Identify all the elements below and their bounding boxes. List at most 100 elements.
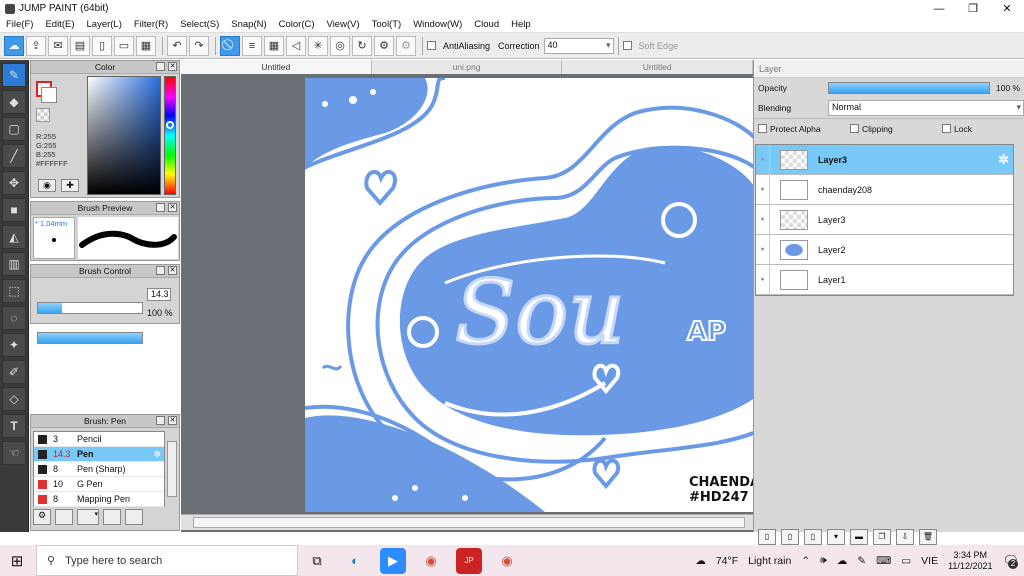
- menu-tool[interactable]: Tool(T): [366, 19, 408, 30]
- menu-window[interactable]: Window(W): [407, 19, 468, 30]
- zoom-icon[interactable]: ▶: [380, 547, 406, 574]
- task-view-icon[interactable]: ⧉: [304, 548, 330, 574]
- brush-menu-icon[interactable]: ▾: [77, 509, 99, 525]
- gear-icon[interactable]: ✲: [153, 449, 161, 460]
- brush-settings-icon[interactable]: ⚙: [33, 509, 51, 525]
- saturation-value-picker[interactable]: [87, 76, 161, 195]
- new-layer-icon[interactable]: ▯: [758, 529, 776, 545]
- chrome-icon[interactable]: ◉: [418, 548, 444, 574]
- float-icon[interactable]: [156, 416, 165, 425]
- select-eraser-icon[interactable]: ◇: [2, 387, 26, 411]
- new-8bit-layer-icon[interactable]: ▯: [804, 529, 822, 545]
- close-button[interactable]: ✕: [990, 0, 1024, 17]
- taskbar-search[interactable]: ⚲ Type here to search: [36, 545, 298, 576]
- undo-icon[interactable]: ↶: [167, 35, 187, 56]
- vanishing-snap-icon[interactable]: ◁: [286, 35, 306, 56]
- restore-button[interactable]: ❐: [956, 0, 990, 17]
- layer-folder-icon[interactable]: ▬: [850, 529, 868, 545]
- magic-wand-icon[interactable]: ✦: [2, 333, 26, 357]
- page-icon[interactable]: ▯: [92, 35, 112, 56]
- close-icon[interactable]: ✕: [168, 416, 177, 425]
- keyboard-icon[interactable]: ⌨: [876, 555, 891, 567]
- antialias-checkbox[interactable]: [427, 41, 436, 50]
- correction-select[interactable]: 40: [543, 37, 614, 54]
- copy-brush-icon[interactable]: [103, 509, 121, 525]
- parallel-snap-icon[interactable]: ≡: [242, 35, 262, 56]
- snap-off-icon[interactable]: ⃠: [220, 35, 240, 56]
- merge-layer-icon[interactable]: ⇩: [896, 529, 914, 545]
- chevron-up-icon[interactable]: ⌃: [801, 555, 810, 567]
- layer-row[interactable]: ● Layer3 ✲: [756, 144, 1013, 175]
- select-rect-icon[interactable]: ⬚: [2, 279, 26, 303]
- menu-filter[interactable]: Filter(R): [128, 19, 174, 30]
- visibility-icon[interactable]: ●: [756, 144, 770, 175]
- copy-layer-icon[interactable]: ❐: [873, 529, 891, 545]
- minimize-button[interactable]: —: [922, 0, 956, 17]
- menu-cloud[interactable]: Cloud: [468, 19, 505, 30]
- onedrive-icon[interactable]: ☁: [837, 555, 848, 567]
- rectangle-tool-icon[interactable]: ▢: [2, 117, 26, 141]
- transparent-swatch[interactable]: [36, 108, 50, 122]
- close-icon[interactable]: ✕: [168, 266, 177, 275]
- display-icon[interactable]: ▤: [70, 35, 90, 56]
- brush-folder-icon[interactable]: [125, 509, 143, 525]
- soft-edge-checkbox[interactable]: [622, 41, 632, 50]
- curve-snap-icon[interactable]: ↻: [352, 35, 372, 56]
- fill-rect-tool-icon[interactable]: ■: [2, 198, 26, 222]
- tab-untitled-2[interactable]: Untitled: [562, 60, 754, 74]
- menu-snap[interactable]: Snap(N): [225, 19, 272, 30]
- redo-icon[interactable]: ↷: [189, 35, 209, 56]
- document-icon[interactable]: ▭: [114, 35, 134, 56]
- eraser-tool-icon[interactable]: ◆: [2, 90, 26, 114]
- volume-icon[interactable]: 🕪: [820, 554, 827, 567]
- new-brush-icon[interactable]: [55, 509, 73, 525]
- menu-color[interactable]: Color(C): [273, 19, 321, 30]
- protect-alpha-checkbox[interactable]: [758, 124, 767, 133]
- brush-item-pencil[interactable]: 3 Pencil: [34, 432, 164, 447]
- brush-opacity-slider[interactable]: [37, 332, 143, 344]
- lock-checkbox[interactable]: [942, 124, 951, 133]
- brush-size-slider[interactable]: [37, 302, 143, 314]
- menu-help[interactable]: Help: [505, 19, 537, 30]
- tab-uni-png[interactable]: uni.png: [372, 60, 563, 74]
- brush-size-value[interactable]: 14.3: [147, 288, 171, 301]
- brush-list-scrollbar[interactable]: [167, 441, 177, 497]
- line-tool-icon[interactable]: ╱: [2, 144, 26, 168]
- hue-slider[interactable]: [164, 76, 176, 195]
- layer-menu-icon[interactable]: ▾: [827, 529, 845, 545]
- notification-icon[interactable]: 🗨2: [1002, 553, 1019, 569]
- close-icon[interactable]: ✕: [168, 203, 177, 212]
- scroll-thumb[interactable]: [193, 517, 745, 528]
- menu-file[interactable]: File(F): [0, 19, 39, 30]
- chrome-icon[interactable]: ◉: [494, 548, 520, 574]
- export-icon[interactable]: ⇪: [26, 35, 46, 56]
- layer-row[interactable]: ● Layer1: [756, 264, 1013, 295]
- jump-paint-icon[interactable]: JP: [456, 547, 482, 574]
- language-indicator[interactable]: VIE: [921, 555, 938, 567]
- menu-view[interactable]: View(V): [321, 19, 366, 30]
- horizontal-scrollbar[interactable]: [181, 514, 753, 530]
- pen-tool-icon[interactable]: ✎: [2, 63, 26, 87]
- close-icon[interactable]: ✕: [168, 62, 177, 71]
- comment-icon[interactable]: ✉: [48, 35, 68, 56]
- layer-row[interactable]: ● Layer2: [756, 234, 1013, 265]
- visibility-icon[interactable]: ●: [756, 174, 770, 205]
- palette-icon[interactable]: ◉: [38, 179, 56, 192]
- pen-icon[interactable]: ✎: [857, 555, 866, 567]
- eyedropper-icon[interactable]: ✚: [61, 179, 79, 192]
- gradient-tool-icon[interactable]: ▥: [2, 252, 26, 276]
- hand-tool-icon[interactable]: ☜: [2, 441, 26, 465]
- drawing-canvas[interactable]: Sou AP CHAENDA #HD247: [305, 78, 753, 512]
- snap-settings-icon[interactable]: ⚙: [396, 35, 416, 56]
- float-icon[interactable]: [156, 203, 165, 212]
- bucket-tool-icon[interactable]: ◭: [2, 225, 26, 249]
- new-halftone-layer-icon[interactable]: ▯: [781, 529, 799, 545]
- tab-untitled-1[interactable]: Untitled: [181, 60, 372, 74]
- grid-settings-icon[interactable]: ▦: [136, 35, 156, 56]
- network-icon[interactable]: ▭: [901, 555, 911, 567]
- brush-item-pen[interactable]: 14.3 Pen ✲: [34, 447, 164, 462]
- grid-snap-icon[interactable]: ▦: [264, 35, 284, 56]
- brush-item-g-pen[interactable]: 10 G Pen: [34, 477, 164, 492]
- background-color-swatch[interactable]: [41, 87, 57, 103]
- blending-select[interactable]: Normal: [828, 100, 1024, 116]
